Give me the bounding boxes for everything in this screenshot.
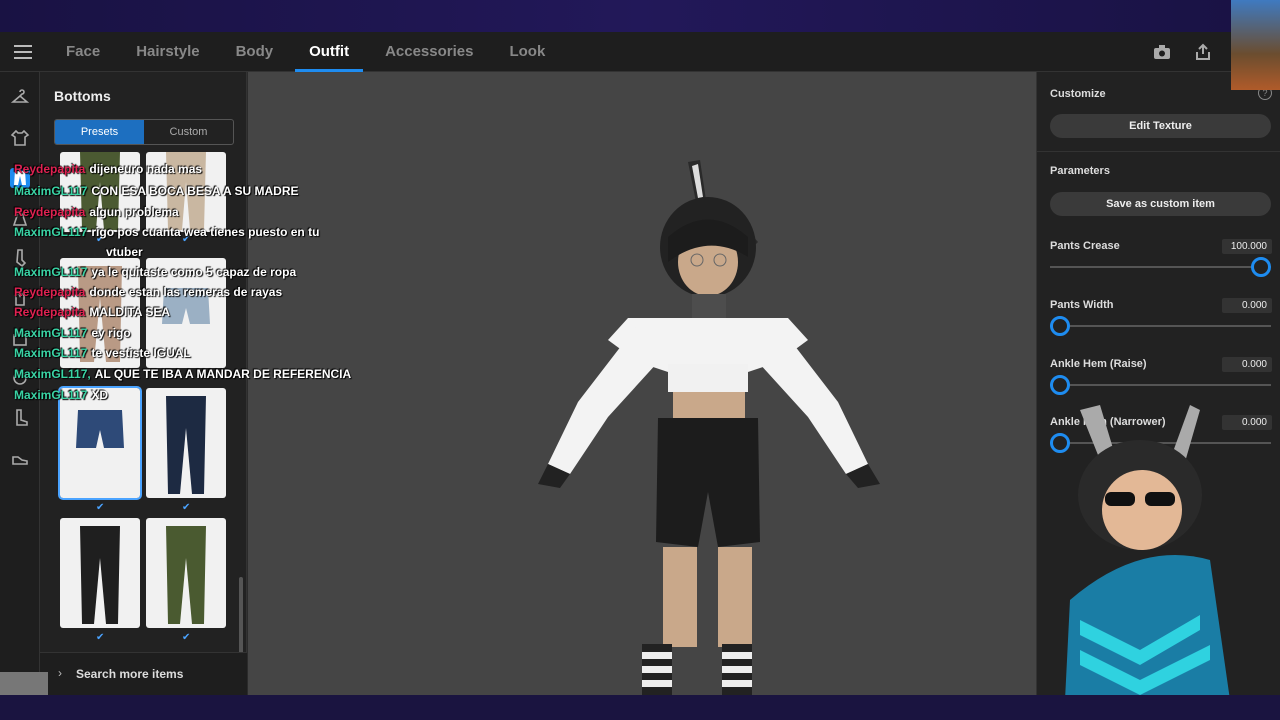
chat-message: Reydepapita donde estan las remeras de ra… [14, 285, 283, 299]
param-pants-width-label: Pants Width [1050, 299, 1114, 311]
stream-bottom-strip [0, 695, 1280, 720]
shirt-icon[interactable] [10, 128, 30, 148]
tab-accessories[interactable]: Accessories [367, 32, 491, 72]
param-pants-crease-value[interactable]: 100.000 [1222, 239, 1272, 254]
save-custom-item-button[interactable]: Save as custom item [1050, 192, 1271, 216]
chat-message: MaximGL117 XD [14, 388, 109, 402]
hanger-icon[interactable] [10, 88, 30, 108]
check-icon: ✔ [96, 632, 105, 643]
menu-icon[interactable] [14, 45, 32, 59]
panel-title: Bottoms [54, 88, 111, 104]
param-pants-crease-label: Pants Crease [1050, 240, 1120, 252]
tab-look[interactable]: Look [491, 32, 563, 72]
search-more-label: Search more items [76, 667, 184, 681]
share-icon[interactable] [1194, 43, 1212, 61]
param-ankle-hem-raise-thumb[interactable] [1050, 375, 1070, 395]
chat-message: MaximGL117 te vestiste IGUAL [14, 346, 191, 360]
grid-scrollbar[interactable] [239, 577, 243, 657]
chat-message: Reydepapita MALDITA SEA [14, 305, 171, 319]
divider [1037, 151, 1280, 152]
item-denim-shorts-selected[interactable] [58, 386, 142, 500]
preset-custom-toggle: Presets Custom [54, 119, 234, 145]
parameters-title: Parameters [1050, 165, 1110, 177]
chat-message: MaximGL117 ey rigo [14, 326, 131, 340]
avatar-model [538, 160, 880, 695]
chat-message: Reydepapita algun problema [14, 205, 179, 219]
tab-body[interactable]: Body [218, 32, 292, 72]
top-bar: Face Hairstyle Body Outfit Accessories L… [0, 32, 1280, 72]
chat-message: MaximGL117 ya le quitaste como 5 capaz de… [14, 265, 297, 279]
boot-icon[interactable] [10, 408, 30, 428]
chat-message: MaximGL117, AL QUE TE IBA A MANDAR DE REF… [14, 367, 352, 381]
shoe-icon[interactable] [10, 448, 30, 468]
avatar-3d-viewport[interactable] [248, 72, 1036, 695]
vtuber-avatar-overlay [1065, 405, 1230, 700]
search-more-items[interactable]: › Search more items [40, 652, 247, 695]
tab-face[interactable]: Face [48, 32, 118, 72]
segment-presets[interactable]: Presets [55, 120, 144, 144]
param-ankle-hem-raise-value[interactable]: 0.000 [1222, 357, 1272, 372]
param-pants-crease-thumb[interactable] [1251, 257, 1271, 277]
item-navy-jeans[interactable] [146, 388, 226, 498]
tab-hairstyle[interactable]: Hairstyle [118, 32, 217, 72]
chat-message-continuation: vtuber [106, 245, 143, 259]
check-icon: ✔ [96, 502, 105, 513]
item-black-pants[interactable] [60, 518, 140, 628]
chat-message: MaximGL117 rigo pos cuanta wea tienes pue… [14, 225, 320, 239]
param-pants-width-thumb[interactable] [1050, 316, 1070, 336]
check-icon: ✔ [182, 502, 191, 513]
segment-custom[interactable]: Custom [144, 120, 233, 144]
edit-texture-button[interactable]: Edit Texture [1050, 114, 1271, 138]
chat-message: MaximGL117 CON ESA BOCA BESA A SU MADRE [14, 184, 299, 198]
param-pants-width-value[interactable]: 0.000 [1222, 298, 1272, 313]
item-olive-pants[interactable] [146, 518, 226, 628]
check-icon: ✔ [182, 632, 191, 643]
param-pants-width-slider[interactable] [1050, 325, 1271, 327]
param-pants-crease-slider[interactable] [1050, 266, 1271, 268]
param-ankle-hem-raise-slider[interactable] [1050, 384, 1271, 386]
chat-message: Reydepapita dijeneuro nada mas [14, 162, 203, 176]
game-thumbnail-overlay [1231, 0, 1280, 90]
camera-icon[interactable] [1153, 43, 1171, 61]
param-ankle-hem-raise-label: Ankle Hem (Raise) [1050, 358, 1147, 370]
tab-outfit[interactable]: Outfit [291, 32, 367, 72]
stream-top-strip [0, 0, 1280, 32]
customize-title: Customize [1050, 88, 1106, 100]
tab-bar: Face Hairstyle Body Outfit Accessories L… [48, 32, 563, 72]
chevron-right-icon: › [58, 666, 62, 680]
